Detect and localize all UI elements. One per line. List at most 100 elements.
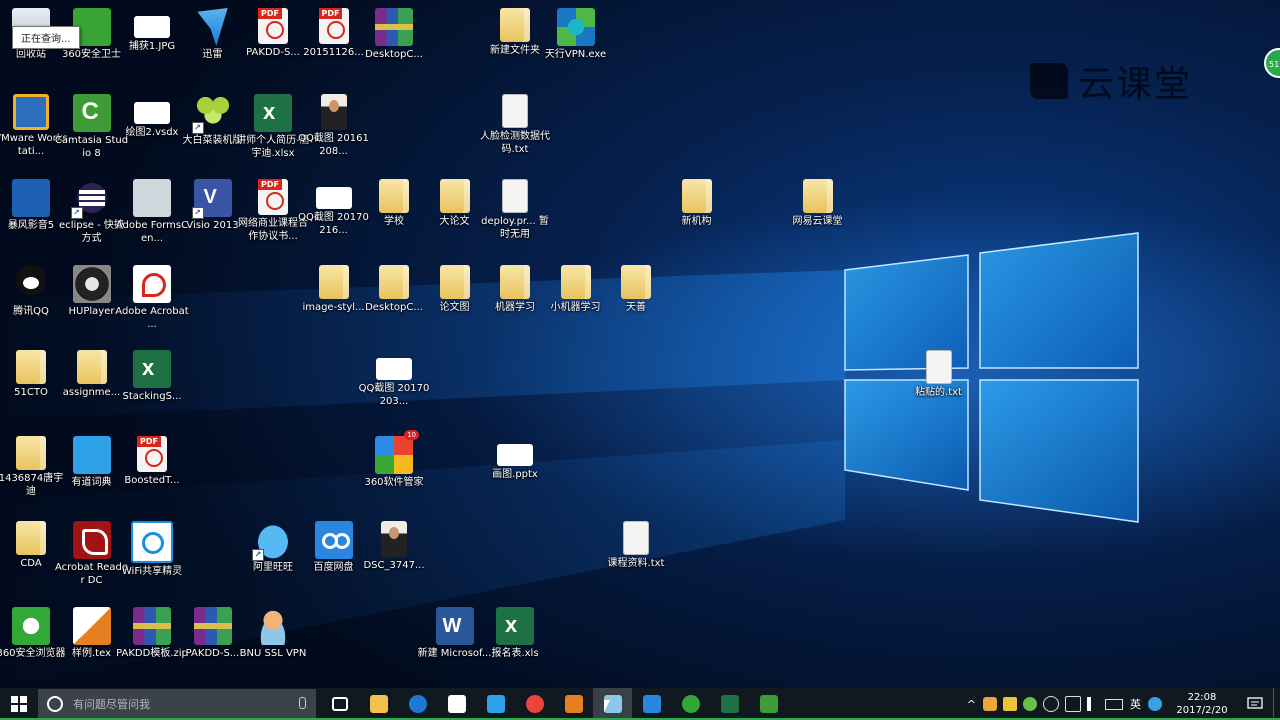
- desktop-icon[interactable]: Adobe Acrobat ...: [113, 259, 191, 339]
- camtasia-icon: [72, 93, 111, 132]
- desktop-icon[interactable]: StackingS...: [113, 344, 191, 424]
- folder-icon: [369, 695, 388, 713]
- folder-icon: [560, 264, 591, 299]
- desktop[interactable]: 回收站360安全卫士捕获1.JPG↗迅雷PAKDD-S...20151126..…: [0, 0, 1280, 688]
- folder-icon: [379, 264, 409, 299]
- desktop-icon[interactable]: 课程资料.txt: [597, 515, 675, 595]
- desktop-icon-label: 新机构: [681, 216, 712, 227]
- desktop-icon-label: StackingS...: [122, 391, 182, 402]
- archive-icon: [193, 606, 232, 645]
- 360-browser-icon: [681, 695, 700, 713]
- start-button[interactable]: [0, 688, 38, 720]
- folder-icon: [439, 264, 470, 299]
- desktop-icon[interactable]: DSC_3747...: [355, 515, 433, 595]
- desktop-icon-label: BoostedT...: [124, 474, 180, 486]
- desktop-icon-label: WiFi共享精灵: [121, 566, 183, 577]
- camtasia-taskbar-button[interactable]: [749, 688, 788, 720]
- desktop-icon[interactable]: 天行VPN.exe: [537, 2, 615, 82]
- volume-icon[interactable]: [1087, 697, 1099, 711]
- acrobat-reader-icon: [72, 521, 111, 559]
- desktop-icon-label: 画图.pptx: [492, 468, 538, 480]
- eclipse-icon: ↗: [70, 179, 111, 219]
- desktop-icon[interactable]: WiFi共享精灵: [113, 515, 191, 595]
- wifi-share-icon: [131, 521, 173, 563]
- desktop-icon[interactable]: 画图.pptx: [476, 430, 554, 510]
- youdao-icon: [72, 435, 111, 474]
- broccoli-icon: ↗: [191, 93, 232, 134]
- keyboard-icon[interactable]: [1105, 698, 1123, 710]
- security-tray-icon[interactable]: [983, 697, 997, 711]
- pptx-file-icon: [497, 443, 533, 466]
- network-tray-icon[interactable]: [1043, 696, 1059, 712]
- taskbar-pinned-apps: [320, 688, 788, 720]
- cortana-icon: [47, 696, 63, 712]
- desktop-icon-label: 课程资料.txt: [607, 558, 665, 569]
- folder-icon: [16, 435, 46, 470]
- file-explorer-button[interactable]: [359, 688, 398, 720]
- show-desktop-button[interactable]: [1273, 688, 1280, 720]
- excel-taskbar-button[interactable]: [710, 688, 749, 720]
- desktop-icon-label: 天行VPN.exe: [544, 49, 607, 60]
- word-file-icon: [435, 606, 474, 645]
- store-button[interactable]: [437, 688, 476, 720]
- eclipse-taskbar-button[interactable]: [554, 688, 593, 720]
- desktop-icon[interactable]: 360软件管家: [355, 429, 433, 510]
- search-input[interactable]: [71, 696, 295, 712]
- clock-time: 22:08: [1187, 692, 1217, 703]
- pdf-icon: [258, 8, 288, 44]
- camtasia-icon: [759, 695, 778, 713]
- floating-360-badge[interactable]: 51: [1264, 48, 1280, 78]
- ime-indicator[interactable]: 英: [1130, 696, 1141, 712]
- show-hidden-icons-chevron-icon[interactable]: ^: [967, 698, 976, 711]
- text-file-icon: [502, 93, 528, 128]
- desktop-icon-label: Adobe Acrobat ...: [115, 305, 189, 330]
- chrome-button[interactable]: [515, 688, 554, 720]
- shortcut-arrow-icon: ↗: [197, 36, 204, 46]
- excel-file-icon: [133, 350, 171, 388]
- 360-tray-icon[interactable]: [1023, 697, 1037, 711]
- action-center-button[interactable]: [1237, 688, 1273, 720]
- folder-icon: [500, 8, 530, 42]
- desktop-icon[interactable]: deploy.pr... 暂时无用: [476, 173, 554, 253]
- system-tray: ^ 英 22:08 2017/2/20: [963, 688, 1280, 720]
- shortcut-arrow-icon: ↗: [191, 121, 204, 134]
- watermark-logo: 云课堂: [1030, 60, 1192, 105]
- wangwang-icon: ↗: [252, 521, 292, 561]
- desktop-icon[interactable]: QQ截图 20161208...: [295, 88, 373, 168]
- lock-tray-icon[interactable]: [1003, 697, 1017, 711]
- desktop-icon-label: 人脸检测数据代码.txt: [480, 130, 550, 155]
- shortcut-arrow-icon: ↗: [70, 207, 83, 219]
- excel-icon: [720, 695, 739, 713]
- folder-icon: [16, 350, 46, 384]
- ime-status-icon[interactable]: [1148, 697, 1162, 711]
- cortana-search-box[interactable]: [38, 689, 316, 719]
- bnu-vpn-taskbar-button[interactable]: [593, 688, 632, 720]
- desktop-icon[interactable]: 人脸检测数据代码.txt: [476, 88, 554, 168]
- desktop-icon[interactable]: DesktopC...: [355, 2, 433, 82]
- folder-icon: [439, 179, 470, 213]
- task-view-button[interactable]: [320, 688, 359, 720]
- baidu-taskbar-button[interactable]: [632, 688, 671, 720]
- desktop-icon-label: 网易云课堂: [792, 216, 843, 227]
- wifi-tray-icon[interactable]: [1065, 696, 1081, 712]
- microphone-icon[interactable]: [299, 697, 306, 709]
- desktop-icon[interactable]: 天善: [597, 259, 675, 339]
- 360-taskbar-button[interactable]: [671, 688, 710, 720]
- baofeng-icon: [12, 179, 50, 217]
- desktop-icon[interactable]: 报名表.xls: [476, 601, 554, 681]
- desktop-icon[interactable]: 网易云课堂: [779, 173, 857, 253]
- desktop-icon[interactable]: 新机构: [658, 173, 736, 253]
- desktop-icon-label: QQ截图 20170203...: [358, 383, 430, 407]
- chrome-icon: [525, 695, 544, 713]
- task-view-icon: [331, 697, 348, 711]
- text-file-icon: [623, 521, 649, 555]
- clock[interactable]: 22:08 2017/2/20: [1175, 691, 1229, 717]
- shortcut-arrow-icon: ↗: [252, 549, 264, 561]
- desktop-icon[interactable]: BoostedT...: [113, 430, 191, 510]
- desktop-icon[interactable]: QQ截图 20170203...: [355, 344, 433, 424]
- huplayer-icon: [72, 264, 111, 303]
- edge-button[interactable]: [398, 688, 437, 720]
- desktop-icon[interactable]: BNU SSL VPN: [234, 601, 312, 681]
- desktop-icon[interactable]: 粘贴的.txt: [900, 344, 978, 424]
- youdao-taskbar-button[interactable]: [476, 688, 515, 720]
